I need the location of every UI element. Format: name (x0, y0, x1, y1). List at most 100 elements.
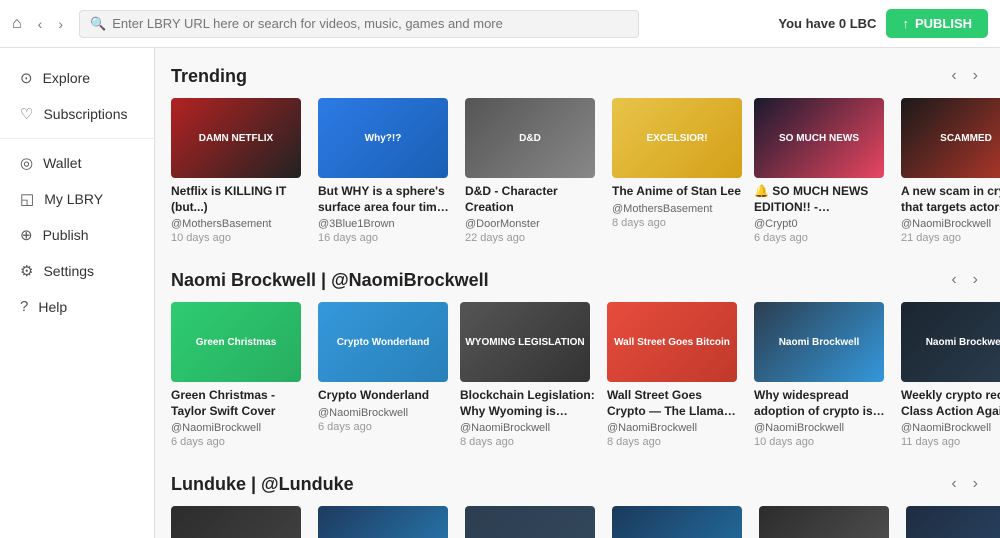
section-next-button[interactable]: › (967, 64, 984, 88)
card-title: 🔔 SO MUCH NEWS EDITION!! - Cryptocurrenc… (754, 184, 889, 215)
card-thumbnail: Why?!? (318, 98, 448, 178)
card-title: The Anime of Stan Lee (612, 184, 742, 200)
card-thumbnail: The Lunduke Show (612, 506, 742, 538)
sidebar-item-publish[interactable]: ⊕ Publish (0, 217, 154, 253)
home-icon[interactable]: ⌂ (12, 15, 22, 33)
card-thumbnail: Naomi Brockwell (754, 302, 884, 382)
forward-button[interactable]: › (52, 12, 69, 36)
search-bar: 🔍 (79, 10, 639, 38)
sidebar-item-label: Explore (43, 70, 90, 86)
thumbnail-image: Naomi Brockwell (754, 302, 884, 382)
section-trending: Trending ‹› DAMN NETFLIXNetflix is KILLING… (155, 48, 1000, 252)
thumbnail-image: EXCELSIOR! (612, 98, 742, 178)
card-title: Crypto Wonderland (318, 388, 448, 404)
thumbnail-image: SO MUCH NEWS (754, 98, 884, 178)
section-header: Trending ‹› (155, 64, 1000, 98)
sidebar-item-label: Help (38, 299, 67, 315)
lbc-info: You have 0 LBC (778, 16, 876, 31)
section-header: Lunduke | @Lunduke ‹› (155, 472, 1000, 506)
section-naomi: Naomi Brockwell | @NaomiBrockwell‹›Green… (155, 252, 1000, 456)
card-time: 6 days ago (318, 421, 448, 433)
card-title: Weekly crypto recap: Class Action Agains… (901, 388, 1000, 419)
thumbnail-image: The Lunduke Show (612, 506, 742, 538)
back-button[interactable]: ‹ (32, 12, 49, 36)
section-header: Naomi Brockwell | @NaomiBrockwell‹› (155, 268, 1000, 302)
publish-button[interactable]: ↑ PUBLISH (886, 9, 988, 38)
thumbnail-image: Wall Street Goes Bitcoin (607, 302, 737, 382)
section-title: Trending (171, 66, 247, 87)
card-author: @MothersBasement (612, 203, 742, 215)
card-thumbnail: SCAMMED (901, 98, 1000, 178)
card[interactable]: WYOMING LEGISLATION Blockchain Legislatio… (460, 302, 595, 448)
card-time: 8 days ago (612, 217, 742, 229)
card[interactable]: The Lunduke Show5 Pieces of Technology t… (906, 506, 1000, 538)
card-author: @NaomiBrockwell (754, 422, 889, 434)
card-time: 8 days ago (460, 436, 595, 448)
section-nav: ‹› (945, 268, 984, 292)
card-time: 6 days ago (171, 436, 306, 448)
card-time: 11 days ago (901, 436, 1000, 448)
card[interactable]: Naomi Brockwell Why widespread adoption o… (754, 302, 889, 448)
card-author: @Crypt0 (754, 218, 889, 230)
thumbnail-image: The Lunduke Show (465, 506, 595, 538)
card[interactable]: DAMN NETFLIXNetflix is KILLING IT (but..… (171, 98, 306, 244)
thumbnail-image: The Lunduke Show (906, 506, 1000, 538)
card[interactable]: D&DD&D - Character Creation@DoorMonster2… (465, 98, 600, 244)
card[interactable]: The Lunduke ShowLinux Thursday - Dec 6, … (318, 506, 453, 538)
sidebar-item-help[interactable]: ? Help (0, 289, 154, 324)
topbar: ⌂ ‹ › 🔍 You have 0 LBC ↑ PUBLISH (0, 0, 1000, 48)
card-time: 8 days ago (607, 436, 742, 448)
card[interactable]: Why?!?But WHY is a sphere's surface area… (318, 98, 453, 244)
sidebar-item-label: Subscriptions (43, 106, 127, 122)
card[interactable]: Wall Street Goes BitcoinWall Street Goes… (607, 302, 742, 448)
card[interactable]: Green ChristmasGreen Christmas - Taylor … (171, 302, 306, 448)
section-prev-button[interactable]: ‹ (945, 64, 962, 88)
search-input[interactable] (112, 16, 628, 31)
card-thumbnail: EXCELSIOR! (612, 98, 742, 178)
section-lunduke: Lunduke | @Lunduke ‹› The Lunduke ShowAndr… (155, 456, 1000, 538)
card[interactable]: EXCELSIOR! The Anime of Stan Lee @MothersB… (612, 98, 742, 244)
explore-icon: ⊙ (20, 69, 33, 87)
card-title: D&D - Character Creation (465, 184, 600, 215)
card-title: Blockchain Legislation: Why Wyoming is L… (460, 388, 595, 419)
sidebar-item-wallet[interactable]: ◎ Wallet (0, 145, 154, 181)
card[interactable]: The Lunduke ShowThe Stages of Leaving So… (759, 506, 894, 538)
thumbnail-image: Crypto Wonderland (318, 302, 448, 382)
wallet-icon: ◎ (20, 154, 33, 172)
card-thumbnail: DAMN NETFLIX (171, 98, 301, 178)
card[interactable]: The Lunduke ShowLinux Kernel Patch Repla… (465, 506, 600, 538)
card-thumbnail: The Lunduke Show (318, 506, 448, 538)
nav-buttons: ‹ › (32, 12, 69, 36)
sidebar-item-explore[interactable]: ⊙ Explore (0, 60, 154, 96)
section-next-button[interactable]: › (967, 472, 984, 496)
card[interactable]: The Lunduke ShowAndroid vs iOS: Which sp… (171, 506, 306, 538)
sidebar-item-settings[interactable]: ⚙ Settings (0, 253, 154, 289)
card[interactable]: The Lunduke ShowLinux Thursday - Dec 1, … (612, 506, 747, 538)
section-prev-button[interactable]: ‹ (945, 268, 962, 292)
card-time: 21 days ago (901, 232, 1000, 244)
section-prev-button[interactable]: ‹ (945, 472, 962, 496)
card-author: @NaomiBrockwell (901, 218, 1000, 230)
card-time: 6 days ago (754, 232, 889, 244)
section-nav: ‹› (945, 64, 984, 88)
section-nav: ‹› (945, 472, 984, 496)
card-author: @3Blue1Brown (318, 218, 453, 230)
section-next-button[interactable]: › (967, 268, 984, 292)
section-title: Lunduke | @Lunduke (171, 474, 354, 495)
card[interactable]: SO MUCH NEWS 🔔 SO MUCH NEWS EDITION!! - C… (754, 98, 889, 244)
card-thumbnail: Wall Street Goes Bitcoin (607, 302, 737, 382)
sidebar-item-subscriptions[interactable]: ♡ Subscriptions (0, 96, 154, 132)
help-icon: ? (20, 298, 28, 315)
card-title: Why widespread adoption of crypto is the… (754, 388, 889, 419)
card-thumbnail: WYOMING LEGISLATION (460, 302, 590, 382)
card-thumbnail: Green Christmas (171, 302, 301, 382)
card[interactable]: SCAMMEDA new scam in crypto that targets… (901, 98, 1000, 244)
card[interactable]: Naomi BrockwellWeekly crypto recap: Clas… (901, 302, 1000, 448)
card-author: @NaomiBrockwell (318, 407, 448, 419)
card-author: @DoorMonster (465, 218, 600, 230)
publish-sidebar-icon: ⊕ (20, 226, 33, 244)
sidebar-item-my-lbry[interactable]: ◱ My LBRY (0, 181, 154, 217)
card[interactable]: Crypto Wonderland Crypto Wonderland @Naomi… (318, 302, 448, 448)
card-author: @NaomiBrockwell (460, 422, 595, 434)
cards-row: The Lunduke ShowAndroid vs iOS: Which sp… (155, 506, 1000, 538)
